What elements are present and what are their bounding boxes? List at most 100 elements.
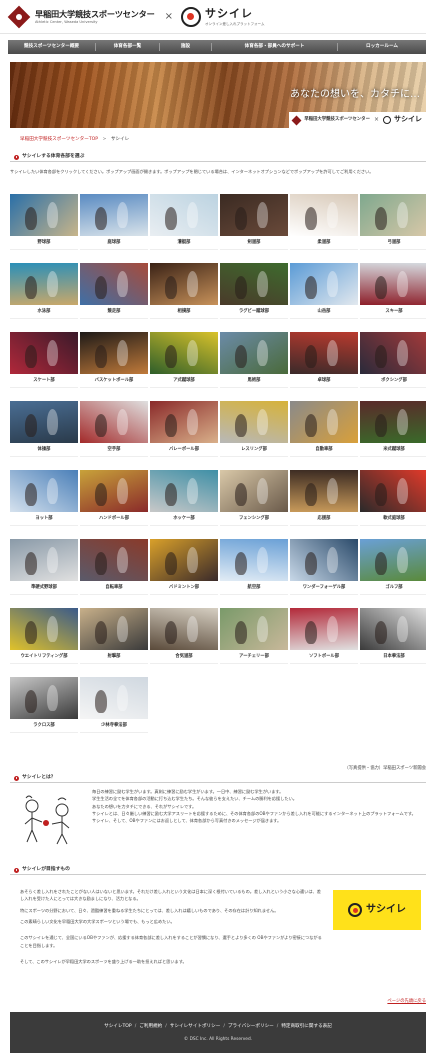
footer-link-terms[interactable]: ご利用規約 (139, 1024, 162, 1029)
club-tile[interactable]: 自動車部 (290, 401, 358, 457)
club-photo[interactable] (360, 539, 426, 581)
club-name[interactable]: アーチェリー部 (220, 650, 288, 664)
club-photo[interactable] (10, 401, 78, 443)
club-photo[interactable] (80, 677, 148, 719)
club-tile[interactable]: 卓球部 (290, 332, 358, 388)
club-tile[interactable]: 漕艇部 (150, 194, 218, 250)
nav-item-facilities[interactable]: 施設 (160, 43, 212, 51)
club-photo[interactable] (10, 470, 78, 512)
club-name[interactable]: 漕艇部 (150, 236, 218, 250)
club-name[interactable]: スキー部 (360, 305, 426, 319)
club-name[interactable]: ラグビー蹴球部 (220, 305, 288, 319)
club-tile[interactable]: 少林寺拳法部 (80, 677, 148, 733)
club-photo[interactable] (290, 539, 358, 581)
club-tile[interactable]: ア式蹴球部 (150, 332, 218, 388)
club-name[interactable]: 自転車部 (80, 581, 148, 595)
club-name[interactable]: 軟式庭球部 (360, 512, 426, 526)
club-tile[interactable]: 相撲部 (150, 263, 218, 319)
club-tile[interactable]: 剣道部 (220, 194, 288, 250)
nav-item-support[interactable]: 体育各部・部員へのサポート (212, 43, 338, 51)
club-photo[interactable] (150, 470, 218, 512)
club-photo[interactable] (360, 332, 426, 374)
club-tile[interactable]: スケート部 (10, 332, 78, 388)
site-title[interactable]: 早稲田大学競技スポーツセンター Athletic Center, Waseda … (35, 9, 155, 25)
club-tile[interactable]: バドミントン部 (150, 539, 218, 595)
club-tile[interactable]: バスケットボール部 (80, 332, 148, 388)
club-tile[interactable]: 応援部 (290, 470, 358, 526)
club-name[interactable]: 野球部 (10, 236, 78, 250)
club-photo[interactable] (10, 677, 78, 719)
club-tile[interactable]: 柔道部 (290, 194, 358, 250)
club-name[interactable]: ボクシング部 (360, 374, 426, 388)
club-tile[interactable]: 自転車部 (80, 539, 148, 595)
club-tile[interactable]: ヨット部 (10, 470, 78, 526)
club-name[interactable]: 相撲部 (150, 305, 218, 319)
club-name[interactable]: 射撃部 (80, 650, 148, 664)
club-tile[interactable]: 庭球部 (80, 194, 148, 250)
club-photo[interactable] (220, 263, 288, 305)
club-photo[interactable] (80, 332, 148, 374)
club-photo[interactable] (80, 470, 148, 512)
club-photo[interactable] (80, 263, 148, 305)
nav-item-club-list[interactable]: 体育各部一覧 (96, 43, 160, 51)
club-tile[interactable]: バレーボール部 (150, 401, 218, 457)
club-photo[interactable] (80, 401, 148, 443)
club-tile[interactable]: 体操部 (10, 401, 78, 457)
club-photo[interactable] (290, 608, 358, 650)
club-name[interactable]: 弓道部 (360, 236, 426, 250)
club-name[interactable]: 庭球部 (80, 236, 148, 250)
club-name[interactable]: 競走部 (80, 305, 148, 319)
club-name[interactable]: 合気道部 (150, 650, 218, 664)
club-name[interactable]: 少林寺拳法部 (80, 719, 148, 733)
club-tile[interactable]: ボクシング部 (360, 332, 426, 388)
club-name[interactable]: ゴルフ部 (360, 581, 426, 595)
club-photo[interactable] (150, 332, 218, 374)
nav-item-center-overview[interactable]: 競技スポーツセンター概要 (8, 43, 96, 51)
club-photo[interactable] (360, 608, 426, 650)
club-tile[interactable]: 日本拳法部 (360, 608, 426, 664)
club-photo[interactable] (290, 332, 358, 374)
club-photo[interactable] (150, 539, 218, 581)
club-tile[interactable]: 水泳部 (10, 263, 78, 319)
club-name[interactable]: ワンダーフォーゲル部 (290, 581, 358, 595)
club-tile[interactable]: 準硬式野球部 (10, 539, 78, 595)
club-name[interactable]: ラクロス部 (10, 719, 78, 733)
page-top-link[interactable]: ページの先頭に戻る (387, 999, 426, 1005)
club-tile[interactable]: 射撃部 (80, 608, 148, 664)
club-name[interactable]: バレーボール部 (150, 443, 218, 457)
club-tile[interactable]: 航空部 (220, 539, 288, 595)
club-tile[interactable]: ラクロス部 (10, 677, 78, 733)
club-photo[interactable] (10, 263, 78, 305)
footer-link-commerce[interactable]: 特定商取引に関する表記 (281, 1024, 332, 1029)
club-name[interactable]: 米式蹴球部 (360, 443, 426, 457)
club-tile[interactable]: 米式蹴球部 (360, 401, 426, 457)
club-name[interactable]: 自動車部 (290, 443, 358, 457)
club-name[interactable]: 準硬式野球部 (10, 581, 78, 595)
club-tile[interactable]: ソフトボール部 (290, 608, 358, 664)
club-name[interactable]: 航空部 (220, 581, 288, 595)
club-tile[interactable]: ワンダーフォーゲル部 (290, 539, 358, 595)
club-name[interactable]: ア式蹴球部 (150, 374, 218, 388)
club-name[interactable]: ハンドボール部 (80, 512, 148, 526)
club-tile[interactable]: ホッケー部 (150, 470, 218, 526)
club-name[interactable]: 空手部 (80, 443, 148, 457)
club-name[interactable]: フェンシング部 (220, 512, 288, 526)
club-photo[interactable] (10, 608, 78, 650)
club-photo[interactable] (360, 401, 426, 443)
club-photo[interactable] (150, 194, 218, 236)
club-name[interactable]: ソフトボール部 (290, 650, 358, 664)
footer-link-top[interactable]: サシイレTOP (104, 1024, 132, 1029)
club-photo[interactable] (220, 332, 288, 374)
club-photo[interactable] (290, 470, 358, 512)
club-tile[interactable]: 山岳部 (290, 263, 358, 319)
club-photo[interactable] (360, 470, 426, 512)
club-photo[interactable] (150, 608, 218, 650)
club-photo[interactable] (220, 470, 288, 512)
club-name[interactable]: 応援部 (290, 512, 358, 526)
club-tile[interactable]: 弓道部 (360, 194, 426, 250)
club-name[interactable]: 剣道部 (220, 236, 288, 250)
club-photo[interactable] (220, 539, 288, 581)
club-name[interactable]: 日本拳法部 (360, 650, 426, 664)
club-tile[interactable]: レスリング部 (220, 401, 288, 457)
waseda-emblem-icon[interactable] (7, 5, 31, 28)
